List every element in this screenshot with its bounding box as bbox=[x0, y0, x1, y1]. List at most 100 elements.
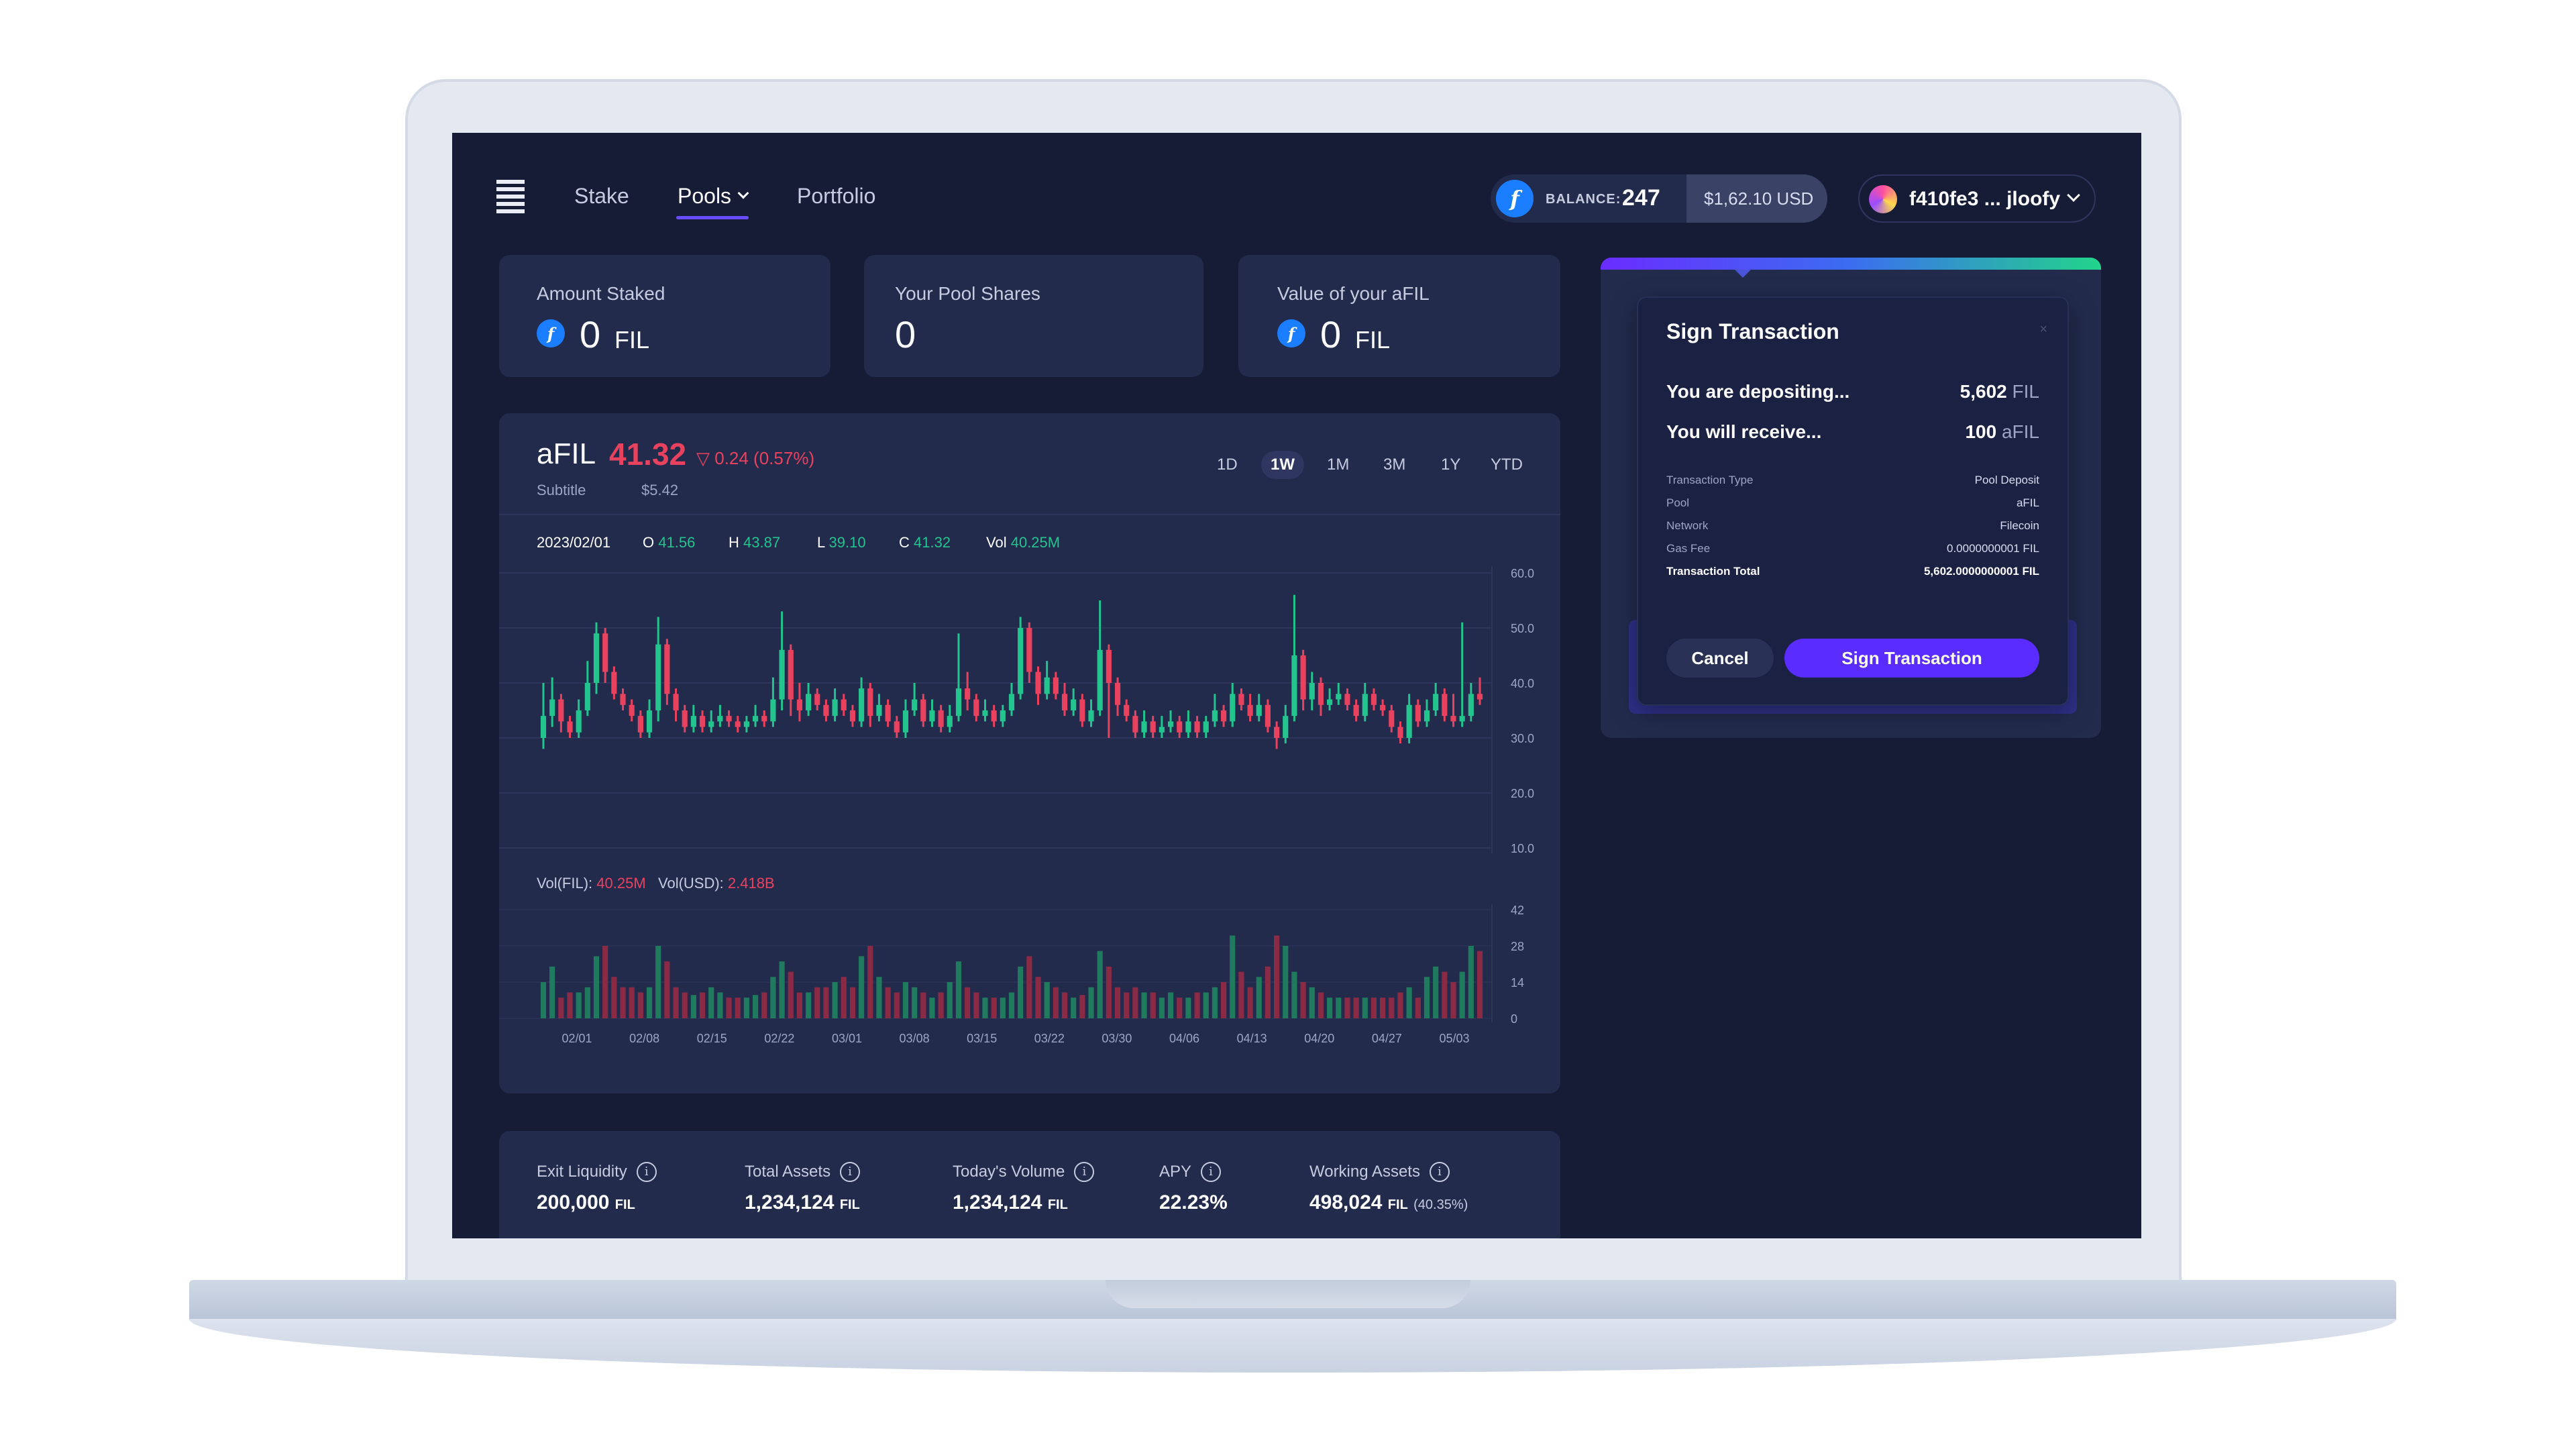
volume-bar bbox=[920, 992, 926, 1018]
receive-value: 100 bbox=[1965, 421, 1997, 442]
candle-body bbox=[699, 716, 706, 727]
nav-stake[interactable]: Stake bbox=[574, 184, 629, 209]
depositing-row: You are depositing... 5,602 FIL bbox=[1666, 381, 2039, 402]
amount-staked-value: 0 bbox=[580, 313, 601, 356]
detail-row-pool: Pool aFIL bbox=[1666, 496, 2039, 509]
nav-pools[interactable]: Pools bbox=[678, 184, 749, 209]
volume-bar bbox=[1132, 987, 1138, 1018]
volume-bar bbox=[646, 987, 653, 1018]
candle-body bbox=[1468, 694, 1474, 716]
candle-body bbox=[938, 710, 944, 727]
cancel-button[interactable]: Cancel bbox=[1666, 639, 1774, 678]
candle-body bbox=[1026, 628, 1032, 672]
volume-bar bbox=[1344, 998, 1350, 1018]
x-axis-label: 02/15 bbox=[697, 1032, 727, 1045]
candle-body bbox=[912, 699, 918, 710]
amount-staked-unit: FIL bbox=[614, 326, 650, 354]
candle-body bbox=[920, 699, 926, 722]
volume-bar bbox=[955, 961, 962, 1018]
amount-staked-label: Amount Staked bbox=[537, 283, 665, 304]
volume-bar bbox=[1274, 935, 1280, 1018]
candle-body bbox=[1167, 721, 1174, 727]
balance-pill[interactable]: f BALANCE: 247 $1,62.10 USD bbox=[1491, 174, 1827, 223]
x-axis-label: 03/30 bbox=[1102, 1032, 1132, 1045]
volume-bar bbox=[796, 992, 803, 1018]
volume-bar bbox=[761, 992, 767, 1018]
candle-body bbox=[1000, 710, 1006, 722]
info-icon[interactable]: i bbox=[1429, 1162, 1450, 1182]
nav-portfolio[interactable]: Portfolio bbox=[797, 184, 875, 209]
volume-bar bbox=[1230, 935, 1236, 1018]
volume-bar bbox=[1026, 956, 1032, 1018]
x-axis-label: 03/22 bbox=[1034, 1032, 1065, 1045]
detail-row-gas-fee: Gas Fee 0.0000000001 FIL bbox=[1666, 542, 2039, 555]
candlestick-chart[interactable]: 60.0 50.0 40.0 30.0 20.0 10.0 42 28 14 0 02/01 02/0… bbox=[499, 413, 1560, 1093]
info-icon[interactable]: i bbox=[1201, 1162, 1222, 1182]
volume-bar bbox=[1433, 966, 1439, 1018]
stat-todays-volume: Today's Volume i 1,234,124 FIL bbox=[953, 1162, 1095, 1214]
candle-body bbox=[1406, 704, 1412, 738]
volume-bar bbox=[611, 977, 617, 1018]
volume-bar bbox=[1220, 982, 1227, 1018]
candle-body bbox=[1380, 704, 1386, 710]
sign-transaction-panel: Sign Transaction × You are depositing...… bbox=[1601, 258, 2101, 738]
x-axis-label: 03/15 bbox=[967, 1032, 997, 1045]
candle-body bbox=[1274, 727, 1280, 738]
candle-body bbox=[823, 704, 829, 716]
candle-body bbox=[1230, 694, 1236, 722]
candle-body bbox=[806, 694, 812, 710]
volume-tick-label: 42 bbox=[1511, 904, 1524, 917]
volume-bar bbox=[1389, 998, 1395, 1018]
sign-transaction-button[interactable]: Sign Transaction bbox=[1784, 639, 2039, 678]
volume-bar bbox=[717, 992, 723, 1018]
candle-body bbox=[611, 672, 617, 694]
candle-body bbox=[955, 688, 962, 716]
candle-body bbox=[1035, 672, 1041, 694]
volume-bar bbox=[1397, 992, 1403, 1018]
candle-body bbox=[1371, 694, 1377, 705]
volume-bar bbox=[1097, 951, 1103, 1018]
volume-bar bbox=[1256, 977, 1262, 1018]
volume-bar bbox=[540, 982, 547, 1018]
stat-apy: APY i 22.23% bbox=[1159, 1162, 1228, 1214]
info-icon[interactable]: i bbox=[1074, 1162, 1095, 1182]
volume-bar bbox=[947, 982, 953, 1018]
volume-bar bbox=[1008, 992, 1015, 1018]
volume-bar bbox=[629, 987, 635, 1018]
price-chart-panel: aFIL 41.32 ▽ 0.24 (0.57%) Subtitle $5.42… bbox=[499, 413, 1560, 1093]
balance-value: 247 bbox=[1622, 185, 1660, 211]
volume-bar bbox=[814, 987, 820, 1018]
volume-bar bbox=[1336, 998, 1342, 1018]
candle-body bbox=[1124, 704, 1130, 716]
sign-transaction-dialog: Sign Transaction × You are depositing...… bbox=[1638, 298, 2068, 704]
volume-bar bbox=[1035, 977, 1041, 1018]
volume-bar bbox=[1053, 987, 1059, 1018]
candle-body bbox=[743, 721, 749, 727]
volume-bar bbox=[1106, 966, 1112, 1018]
candle-body bbox=[567, 721, 573, 733]
balance-label: BALANCE: bbox=[1546, 192, 1621, 207]
volume-bar bbox=[1088, 987, 1094, 1018]
close-icon[interactable]: × bbox=[2039, 322, 2047, 337]
candle-body bbox=[902, 710, 909, 733]
volume-bar bbox=[682, 992, 688, 1018]
laptop-base-bottom bbox=[189, 1319, 2396, 1373]
candle-body bbox=[885, 704, 891, 722]
chevron-down-icon bbox=[2067, 189, 2080, 202]
candle-body bbox=[629, 704, 635, 716]
candle-body bbox=[1318, 683, 1324, 705]
volume-bar bbox=[1424, 977, 1430, 1018]
volume-bar bbox=[1353, 998, 1359, 1018]
candle-body bbox=[664, 644, 670, 694]
volume-bar bbox=[1291, 971, 1297, 1018]
balance-usd: $1,62.10 USD bbox=[1686, 174, 1827, 223]
candle-body bbox=[973, 699, 979, 716]
volume-bar bbox=[867, 946, 873, 1018]
volume-bar bbox=[1380, 998, 1386, 1018]
candle-body bbox=[1097, 649, 1103, 710]
info-icon[interactable]: i bbox=[840, 1162, 861, 1182]
info-icon[interactable]: i bbox=[636, 1162, 657, 1182]
wallet-button[interactable]: f410fe3 ... jloofy bbox=[1858, 174, 2096, 223]
volume-bar bbox=[620, 987, 626, 1018]
app-logo[interactable] bbox=[496, 180, 525, 217]
